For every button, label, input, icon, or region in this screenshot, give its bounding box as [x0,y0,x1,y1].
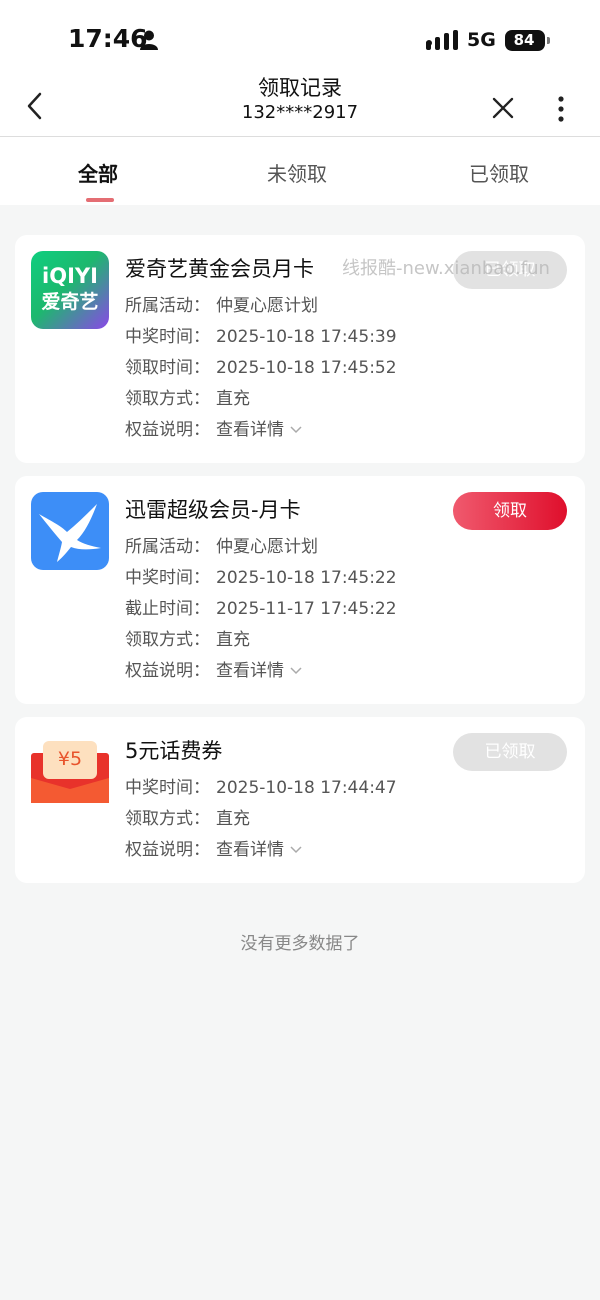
info-label: 中奖时间： [125,327,210,347]
envelope-amount: ¥5 [57,748,83,770]
info-value: 直充 [216,630,250,650]
info-line: 所属活动： 仲夏心愿计划 [125,532,318,557]
nav-bar: 领取记录 132****2917 [0,76,600,134]
info-line[interactable]: 权益说明： 查看详情 [125,835,303,860]
info-label: 领取时间： [125,358,210,378]
bird-icon [39,504,101,562]
info-value: 2025-10-18 17:44:47 [216,778,397,798]
reward-card-phone-credit: ¥5 5元话费券 已领取 中奖时间： 2025-10-18 17:44:47 领取… [15,717,585,883]
chevron-down-icon[interactable] [289,664,303,678]
info-value: 仲夏心愿计划 [216,537,318,557]
watermark: 线报酷-new.xianbao.fun [342,258,550,279]
status-time: 17:46 [68,24,148,53]
view-details-link[interactable]: 查看详情 [216,661,284,681]
no-more-data-text: 没有更多数据了 [240,934,360,954]
view-details-link[interactable]: 查看详情 [216,840,284,860]
info-line: 截止时间： 2025-11-17 17:45:22 [125,594,397,619]
info-label: 权益说明： [125,840,210,860]
tab-indicator [86,198,114,202]
info-line: 所属活动： 仲夏心愿计划 [125,291,318,316]
xunlei-bird-logo [31,492,109,570]
info-label: 中奖时间： [125,778,210,798]
info-value: 直充 [216,809,250,829]
info-label: 领取方式： [125,630,210,650]
reward-card-xunlei: 迅雷超级会员-月卡 领取 所属活动： 仲夏心愿计划 中奖时间： 2025-10-18… [15,476,585,704]
info-line: 中奖时间： 2025-10-18 17:45:22 [125,563,397,588]
iqiyi-logo: iQIYI 爱奇艺 [31,251,109,329]
info-value: 2025-11-17 17:45:22 [216,599,397,619]
chevron-down-icon[interactable] [289,423,303,437]
network-type: 5G [467,29,496,51]
info-line: 领取时间： 2025-10-18 17:45:52 [125,353,397,378]
info-label: 中奖时间： [125,568,210,588]
battery-icon: 84 [505,30,550,51]
close-icon[interactable] [491,96,515,120]
reward-title: 爱奇艺黄金会员月卡 [125,257,314,281]
info-line: 中奖时间： 2025-10-18 17:45:39 [125,322,397,347]
info-value: 直充 [216,389,250,409]
info-label: 领取方式： [125,389,210,409]
info-line: 领取方式： 直充 [125,625,250,650]
battery-level: 84 [513,31,535,49]
info-label: 权益说明： [125,420,210,440]
info-label: 所属活动： [125,537,210,557]
signal-icon [426,30,458,50]
iqiyi-logo-cn-text: 爱奇艺 [41,291,99,313]
tab-all[interactable]: 全部 [78,158,118,187]
info-line[interactable]: 权益说明： 查看详情 [125,656,303,681]
tab-unclaimed[interactable]: 未领取 [267,158,327,187]
info-value: 2025-10-18 17:45:39 [216,327,397,347]
more-vertical-icon[interactable] [553,96,569,122]
nav-divider [0,136,600,137]
reward-title: 5元话费券 [125,739,223,763]
battery-nub [547,37,550,44]
iqiyi-logo-text: iQIYI [42,264,98,288]
info-label: 权益说明： [125,661,210,681]
info-line: 领取方式： 直充 [125,804,250,829]
view-details-link[interactable]: 查看详情 [216,420,284,440]
status-bar: 17:46 5G 84 [0,0,600,80]
red-envelope-icon: ¥5 [31,733,109,811]
claim-button[interactable]: 领取 [453,492,567,530]
tab-claimed[interactable]: 已领取 [469,158,529,187]
info-value: 仲夏心愿计划 [216,296,318,316]
info-label: 领取方式： [125,809,210,829]
chevron-down-icon[interactable] [289,843,303,857]
envelope-graphic [31,741,109,803]
info-line: 中奖时间： 2025-10-18 17:44:47 [125,773,397,798]
info-label: 所属活动： [125,296,210,316]
info-line: 领取方式： 直充 [125,384,250,409]
reward-title: 迅雷超级会员-月卡 [125,498,301,522]
info-label: 截止时间： [125,599,210,619]
info-value: 2025-10-18 17:45:22 [216,568,397,588]
claimed-button[interactable]: 已领取 [453,733,567,771]
info-value: 2025-10-18 17:45:52 [216,358,397,378]
person-icon [140,30,158,50]
info-line[interactable]: 权益说明： 查看详情 [125,415,303,440]
